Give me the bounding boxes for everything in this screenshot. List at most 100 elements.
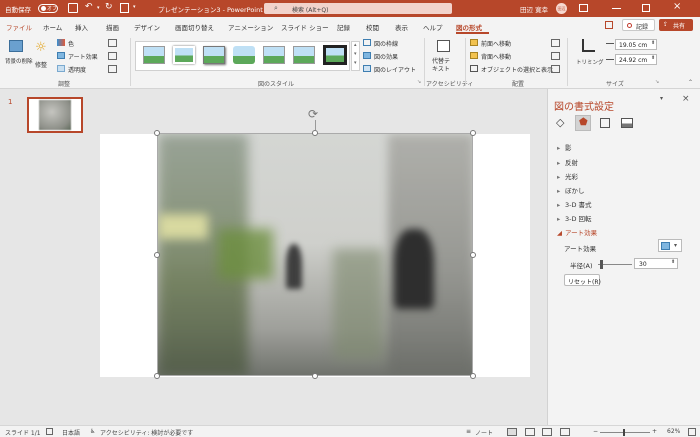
tab-home[interactable]: ホーム — [43, 22, 62, 32]
tab-design[interactable]: デザイン — [134, 22, 160, 32]
radius-slider-thumb[interactable] — [600, 260, 603, 269]
search-box[interactable]: ⌕ 検索 (Alt+Q) — [264, 3, 452, 14]
radius-slider-track[interactable] — [598, 264, 632, 265]
tab-picture-format[interactable]: 図の形式 — [456, 22, 482, 32]
gallery-scroll[interactable]: ▴ ▾ ▾ — [351, 41, 360, 71]
reset-picture-icon[interactable] — [108, 65, 117, 73]
rotate-handle-icon[interactable]: ⟳ — [308, 107, 318, 121]
slide-thumbnail[interactable] — [27, 97, 83, 133]
fit-to-window-icon[interactable] — [688, 428, 696, 436]
tab-file[interactable]: ファイル — [6, 22, 32, 32]
section-reflection[interactable]: ▸ 反射 — [557, 157, 578, 167]
language-indicator[interactable]: 日本語 — [62, 428, 80, 437]
comments-icon[interactable] — [605, 21, 613, 29]
pane-options-icon[interactable]: ▾ — [660, 95, 663, 102]
picture-icon[interactable] — [621, 118, 633, 128]
tab-insert[interactable]: 挿入 — [75, 22, 88, 32]
section-soft-edges[interactable]: ▸ ぼかし — [557, 185, 585, 195]
close-pane-icon[interactable]: × — [682, 94, 690, 104]
zoom-out-icon[interactable]: − — [593, 428, 598, 435]
redo-icon[interactable]: ↻ — [105, 2, 113, 12]
size-properties-icon[interactable] — [600, 118, 610, 128]
resize-handle[interactable] — [312, 130, 318, 136]
autosave-toggle[interactable]: オフ — [38, 4, 58, 13]
tab-record[interactable]: 記録 — [337, 22, 350, 32]
resize-handle[interactable] — [470, 252, 476, 258]
section-3d-format[interactable]: ▸ 3-D 書式 — [557, 199, 592, 209]
dialog-launcher-icon[interactable]: ↘ — [655, 79, 659, 85]
change-picture-icon[interactable] — [108, 52, 117, 60]
share-button[interactable]: ⇪ 共有 — [659, 19, 693, 31]
zoom-in-icon[interactable]: + — [652, 428, 657, 435]
notes-icon[interactable]: ≡ — [466, 428, 471, 435]
undo-dropdown-icon[interactable]: ▾ — [97, 5, 100, 11]
tab-animations[interactable]: アニメーション — [228, 22, 273, 32]
effects-tab[interactable]: ⬟ — [575, 115, 591, 131]
group-objects-icon[interactable] — [551, 52, 560, 60]
picture-style-thumb[interactable] — [143, 46, 165, 64]
rotate-icon[interactable] — [551, 65, 560, 73]
avatar[interactable]: 田辺 — [556, 3, 567, 14]
art-effect-dropdown[interactable]: ▾ — [658, 239, 682, 252]
accessibility-status[interactable]: アクセシビリティ: 検討が必要です — [100, 428, 193, 437]
save-icon[interactable] — [68, 3, 78, 13]
section-artistic-effects[interactable]: ◢ アート効果 — [557, 227, 597, 237]
section-3d-rotation[interactable]: ▸ 3-D 回転 — [557, 213, 592, 223]
alt-text-button[interactable]: 代替テ キスト — [430, 38, 458, 76]
section-glow[interactable]: ▸ 光彩 — [557, 171, 578, 181]
radius-input[interactable]: 30 ⬍ — [634, 258, 678, 269]
zoom-slider-thumb[interactable] — [623, 429, 625, 436]
normal-view-icon[interactable] — [507, 428, 517, 436]
tab-view[interactable]: 表示 — [395, 22, 408, 32]
resize-handle[interactable] — [154, 373, 160, 379]
reading-view-icon[interactable] — [542, 428, 552, 436]
minimize-icon[interactable] — [612, 8, 621, 9]
color-button[interactable]: 色 — [57, 38, 103, 48]
tab-review[interactable]: 校閲 — [366, 22, 379, 32]
tab-draw[interactable]: 描画 — [106, 22, 119, 32]
spinner-icon[interactable]: ⬍ — [651, 40, 655, 46]
send-backward-button[interactable]: 背面へ移動 — [470, 51, 540, 61]
compress-pictures-icon[interactable] — [108, 39, 117, 47]
resize-handle[interactable] — [470, 130, 476, 136]
art-effects-button[interactable]: アート効果 — [57, 51, 103, 61]
undo-icon[interactable]: ↶ — [85, 2, 93, 12]
resize-handle[interactable] — [312, 373, 318, 379]
blurred-picture[interactable] — [157, 133, 473, 376]
notes-button[interactable]: ノート — [475, 428, 493, 437]
slide-sorter-icon[interactable] — [525, 428, 535, 436]
tab-help[interactable]: ヘルプ — [423, 22, 443, 32]
picture-border-button[interactable]: 図の枠線 — [363, 38, 417, 48]
collapse-ribbon-icon[interactable]: ⌃ — [688, 79, 693, 86]
ribbon-display-icon[interactable] — [579, 4, 588, 12]
zoom-slider-track[interactable] — [600, 432, 650, 433]
zoom-level[interactable]: 62% — [667, 428, 680, 435]
tab-transitions[interactable]: 画面切り替え — [175, 22, 214, 32]
maximize-icon[interactable] — [642, 4, 650, 12]
section-shadow[interactable]: ▸ 影 — [557, 142, 572, 152]
resize-handle[interactable] — [154, 130, 160, 136]
slideshow-icon[interactable] — [560, 428, 570, 436]
width-field[interactable]: 24.92 cm ⬍ — [615, 54, 657, 65]
reset-button[interactable]: リセット(R) — [564, 274, 601, 286]
record-button[interactable]: 記録 — [622, 19, 655, 31]
presentation-icon[interactable] — [120, 3, 129, 13]
spelling-icon[interactable] — [46, 428, 53, 435]
corrections-button[interactable]: ☼ 修整 — [33, 38, 51, 76]
picture-effects-button[interactable]: 図の効果 — [363, 51, 417, 61]
customize-qat-icon[interactable]: ▾ — [133, 4, 136, 10]
fill-line-icon[interactable]: ◇ — [556, 117, 568, 129]
picture-style-thumb[interactable] — [173, 46, 195, 64]
picture-layout-button[interactable]: 図のレイアウト — [363, 64, 423, 74]
picture-style-thumb[interactable] — [263, 46, 285, 64]
accessibility-icon[interactable]: ♿ — [90, 428, 95, 435]
resize-handle[interactable] — [470, 373, 476, 379]
spinner-icon[interactable]: ⬍ — [651, 55, 655, 61]
crop-button[interactable]: トリミング — [574, 38, 604, 76]
picture-style-thumb[interactable] — [323, 45, 347, 65]
dialog-launcher-icon[interactable]: ↘ — [417, 79, 421, 85]
tab-slideshow[interactable]: スライド ショー — [281, 22, 329, 32]
height-field[interactable]: 19.05 cm ⬍ — [615, 39, 657, 50]
picture-style-thumb[interactable] — [233, 46, 255, 64]
resize-handle[interactable] — [154, 252, 160, 258]
